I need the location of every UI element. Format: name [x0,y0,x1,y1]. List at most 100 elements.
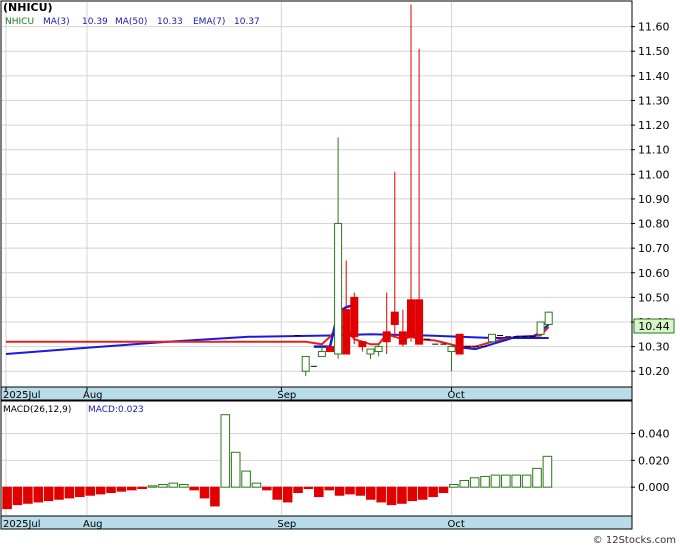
macd-y-tick-label: 0.000 [638,481,670,494]
price-y-tick-label: 10.60 [638,267,670,280]
macd-bar [262,486,272,491]
macd-bar [355,486,366,496]
candle-body [398,331,407,345]
candle [350,292,359,345]
macd-bar [43,486,54,502]
macd-bar [282,486,293,503]
price-y-tick-label: 10.80 [638,218,670,231]
price-y-tick-label: 10.70 [638,242,670,255]
macd-bar [407,486,418,502]
macd-bar [511,474,522,488]
candle-body [455,333,464,355]
candle-body [447,346,456,353]
macd-bar [241,470,251,488]
price-y-tick-label: 10.90 [638,193,670,206]
macd-bar [480,475,490,488]
macd-bar [199,486,210,499]
legend-ma50-value: 10.33 [157,17,183,27]
candle-body [382,331,391,343]
price-y-tick-label: 11.50 [638,45,670,58]
candle [536,321,545,335]
macd-bar [532,467,542,488]
candle-body [415,299,424,345]
candle-body [544,311,553,325]
price-x-tick-label: Aug [83,390,103,401]
macd-bar [178,483,189,488]
candle [488,333,496,343]
price-y-tick-label: 11.30 [638,94,670,107]
macd-bar [272,486,283,500]
macd-bar [147,485,158,488]
last-price-value: 10.44 [638,320,670,333]
price-x-tick-label: Oct [448,390,465,401]
candle-body [390,311,399,325]
candle-body [317,351,326,357]
macd-bar [345,486,355,495]
macd-x-tick-label: 2025Jul [3,519,41,530]
chart-canvas: 10.2010.3010.4010.5010.6010.7010.8010.90… [0,0,680,546]
macd-bar [449,483,459,488]
macd-x-tick-label: Aug [83,519,103,530]
macd-y-tick-label: 0.040 [638,428,670,441]
price-x-tick-label: Sep [277,390,296,401]
macd-bar [459,479,470,488]
price-x-tick-label: 2025Jul [3,390,41,401]
macd-bar [314,486,324,498]
price-y-tick-label: 10.30 [638,341,670,354]
macd-x-tick-label: Oct [448,519,465,530]
legend-ma3: MA(3) [43,17,70,27]
macd-bar [126,486,137,491]
candle-body [358,341,367,348]
price-y-tick-label: 11.10 [638,144,670,157]
candle-body [407,299,415,338]
macd-bar [230,451,241,488]
macd-value: MACD:0.023 [88,405,144,415]
watermark: © 12Stocks.com [593,535,676,546]
macd-bar [490,474,501,488]
legend-ma50: MA(50) [115,17,147,27]
macd-bar [469,477,480,488]
macd-bar [293,486,303,494]
candle [455,333,464,355]
candle [326,346,334,353]
macd-bar [137,486,147,490]
macd-bar [365,486,376,500]
price-y-tick-label: 10.20 [638,365,670,378]
price-y-tick-label: 11.20 [638,119,670,132]
price-y-tick-label: 11.60 [638,21,670,34]
macd-bar [438,486,449,494]
macd-bar [116,486,127,492]
macd-bar [106,486,116,494]
macd-bar [334,486,345,496]
macd-bar [12,486,23,506]
stock-chart: 10.2010.3010.4010.5010.6010.7010.8010.90… [0,0,680,546]
price-y-tick-label: 11.00 [638,168,670,181]
price-y-tick-label: 10.50 [638,291,670,304]
candle-body [536,321,545,335]
candle-body [488,333,496,343]
macd-bar [324,486,334,491]
price-y-tick-label: 11.40 [638,70,670,83]
macd-bar [521,474,532,488]
macd-bar [2,486,12,510]
macd-bar [376,486,386,503]
macd-bar [210,486,220,507]
macd-panel-frame [0,400,633,530]
legend-ema7: EMA(7) [193,17,225,27]
macd-bar [85,486,96,496]
chart-title: (NHICU) [3,1,53,14]
macd-title: MACD(26,12,9) [3,405,71,415]
candle [544,311,553,325]
macd-bar [251,482,262,488]
legend-ema7-value: 10.37 [234,17,260,27]
macd-bar [158,483,168,488]
candle-body [334,223,343,355]
macd-bar [501,474,511,488]
macd-bar [33,486,44,503]
macd-bar [417,486,428,500]
candle-body [350,296,359,338]
macd-x-tick-label: Sep [277,519,296,530]
candle-body [366,348,375,355]
macd-bar [303,486,314,490]
candle-body [326,346,334,353]
